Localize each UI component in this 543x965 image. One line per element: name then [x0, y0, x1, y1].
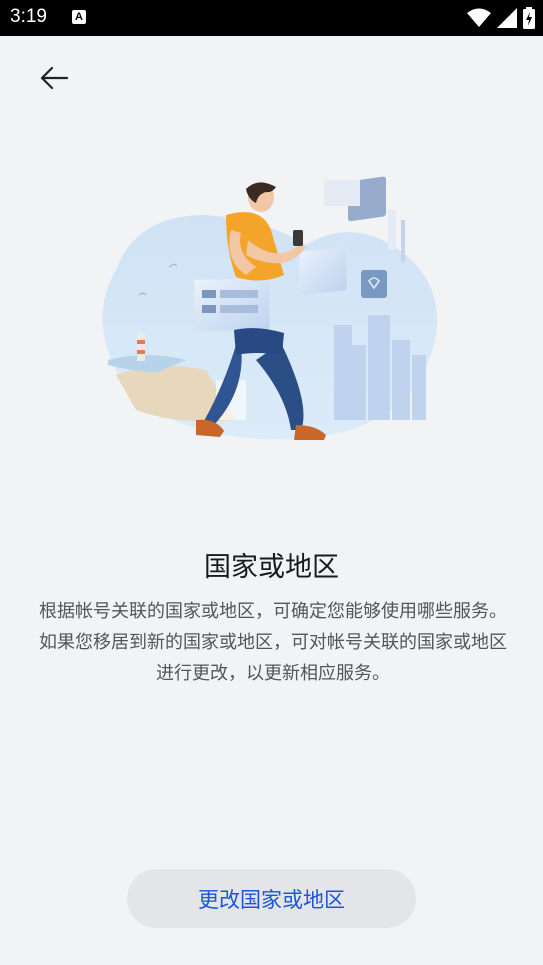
battery-charging-icon: [523, 7, 535, 29]
status-time: 3:19: [10, 6, 47, 27]
wifi-icon: [467, 8, 491, 27]
notification-icon: A: [72, 10, 86, 24]
back-button[interactable]: [30, 58, 78, 98]
signal-icon: [497, 8, 517, 28]
person-walking-with-phone-illustration: [102, 176, 438, 440]
status-icons: [467, 6, 535, 30]
status-bar: 3:19 A: [0, 0, 543, 36]
page-title: 国家或地区: [204, 552, 339, 583]
page-description: 根据帐号关联的国家或地区，可确定您能够使用哪些服务。如果您移居到新的国家或地区，…: [39, 601, 507, 684]
change-country-region-button[interactable]: 更改国家或地区: [127, 869, 416, 928]
back-arrow-icon: [40, 66, 69, 90]
